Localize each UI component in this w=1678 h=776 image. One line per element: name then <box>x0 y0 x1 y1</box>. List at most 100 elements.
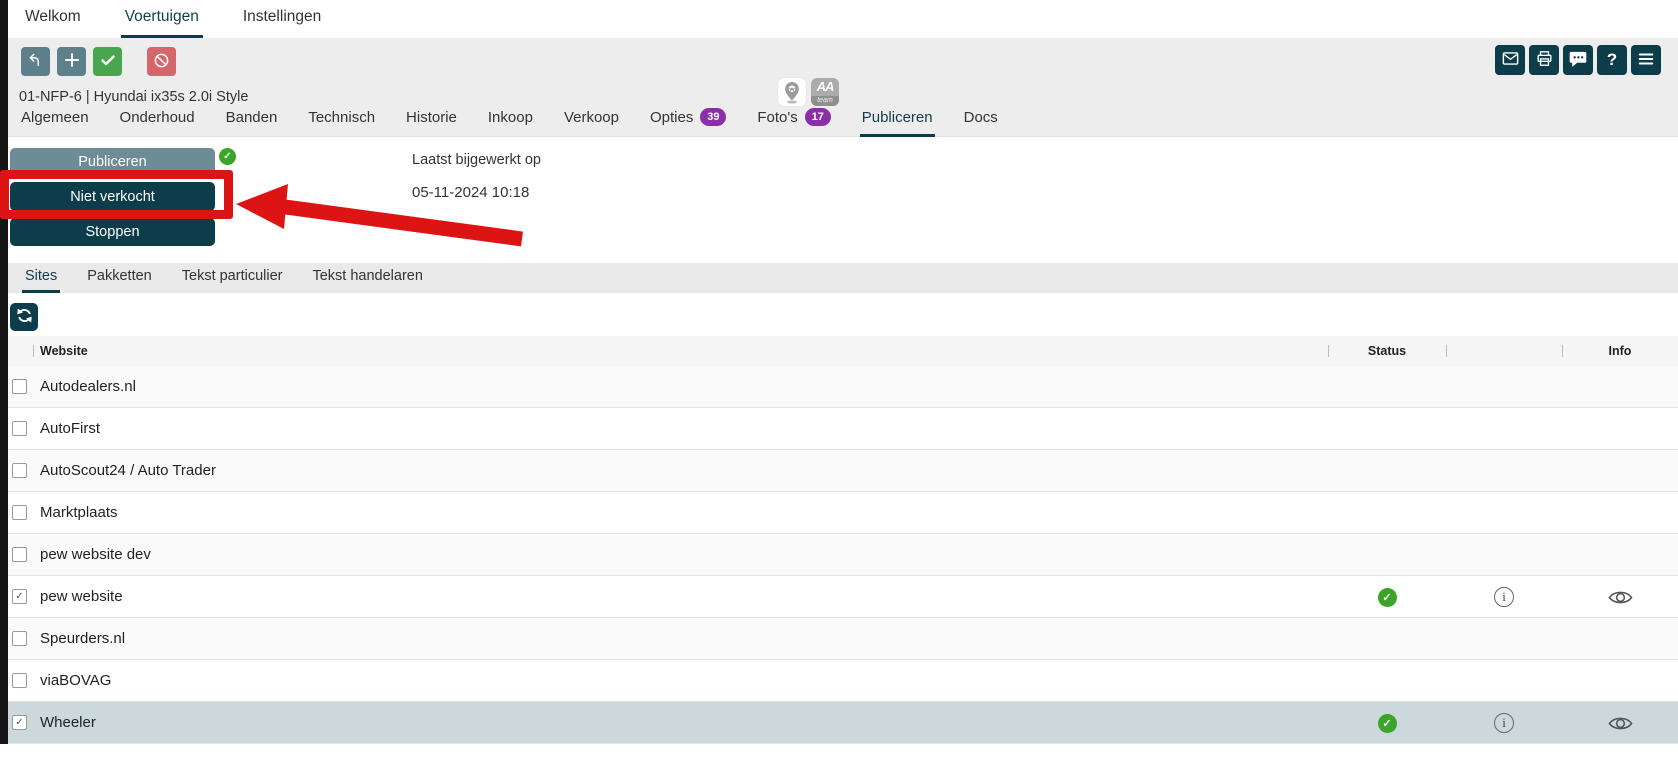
site-checkbox[interactable] <box>12 463 27 478</box>
details-cell <box>1446 492 1562 534</box>
info-cell <box>1562 618 1678 660</box>
status-cell <box>1328 492 1446 534</box>
vehicle-tab-label: Foto's <box>757 109 797 126</box>
left-edge-bar <box>0 0 8 744</box>
site-row[interactable]: Speurders.nl <box>0 618 1678 660</box>
site-checkbox[interactable] <box>12 505 27 520</box>
vehicle-tab-label: Algemeen <box>21 109 89 126</box>
eye-icon[interactable] <box>1608 589 1633 606</box>
status-cell <box>1328 660 1446 702</box>
last-updated-label: Laatst bijgewerkt op <box>412 152 541 168</box>
block-icon <box>153 52 170 72</box>
site-name: Wheeler <box>40 702 96 743</box>
sites-table-body: Autodealers.nlAutoFirstAutoScout24 / Aut… <box>0 366 1678 744</box>
confirm-button[interactable] <box>93 47 122 76</box>
refresh-button[interactable] <box>10 303 38 331</box>
site-checkbox[interactable] <box>12 379 27 394</box>
eye-icon[interactable] <box>1608 715 1633 732</box>
vehicle-tab-label: Opties <box>650 109 693 126</box>
vehicle-tab-label: Docs <box>964 109 998 126</box>
site-row[interactable]: pew website dev <box>0 534 1678 576</box>
details-cell <box>1446 408 1562 450</box>
count-badge: 39 <box>700 108 726 126</box>
question-icon: ? <box>1607 50 1617 70</box>
vehicle-tab-opties[interactable]: Opties 39 <box>648 108 728 137</box>
info-cell <box>1562 702 1678 744</box>
vehicle-tab-publiceren[interactable]: Publiceren <box>860 109 935 137</box>
vehicle-tab-technisch[interactable]: Technisch <box>306 109 377 137</box>
add-button[interactable] <box>57 47 86 76</box>
site-row[interactable]: Marktplaats <box>0 492 1678 534</box>
chat-button[interactable] <box>1563 45 1593 75</box>
refresh-icon <box>15 306 34 328</box>
envelope-icon <box>1501 49 1520 71</box>
help-button[interactable]: ? <box>1597 45 1627 75</box>
back-button[interactable] <box>21 47 50 76</box>
site-checkbox[interactable] <box>12 547 27 562</box>
publish-channel-icons: AA team <box>778 78 839 106</box>
column-header-info[interactable]: Info <box>1562 344 1678 358</box>
menu-icon <box>1637 50 1655 71</box>
status-cell <box>1328 618 1446 660</box>
site-checkbox[interactable] <box>12 673 27 688</box>
info-cell <box>1562 576 1678 618</box>
main-tab-instellingen[interactable]: Instellingen <box>239 8 325 38</box>
site-checkbox[interactable]: ✓ <box>12 715 27 730</box>
details-cell <box>1446 450 1562 492</box>
count-badge: 17 <box>805 108 831 126</box>
site-row[interactable]: AutoScout24 / Auto Trader <box>0 450 1678 492</box>
site-checkbox[interactable] <box>12 421 27 436</box>
details-cell: i <box>1446 702 1562 744</box>
location-pin-icon <box>778 78 806 106</box>
info-icon[interactable]: i <box>1494 713 1514 733</box>
info-icon[interactable]: i <box>1494 587 1514 607</box>
mail-button[interactable] <box>1495 45 1525 75</box>
column-header-status[interactable]: Status <box>1328 344 1446 358</box>
vehicle-tab-onderhoud[interactable]: Onderhoud <box>118 109 197 137</box>
subtab-pakketten[interactable]: Pakketten <box>84 268 155 293</box>
vehicle-tab-verkoop[interactable]: Verkoop <box>562 109 621 137</box>
info-cell <box>1562 366 1678 408</box>
utility-toolbar: ? <box>1495 45 1661 75</box>
details-cell <box>1446 618 1562 660</box>
details-cell <box>1446 660 1562 702</box>
stoppen-button[interactable]: Stoppen <box>10 218 215 246</box>
vehicle-tab-label: Onderhoud <box>120 109 195 126</box>
site-name: pew website dev <box>40 534 151 575</box>
vehicle-tab-foto-s[interactable]: Foto's 17 <box>755 108 832 137</box>
site-name: Marktplaats <box>40 492 118 533</box>
column-divider <box>33 345 34 357</box>
site-row[interactable]: ✓pew website✓i <box>0 576 1678 618</box>
publiceren-button[interactable]: Publiceren <box>10 148 215 175</box>
vehicle-tab-label: Inkoop <box>488 109 533 126</box>
site-row[interactable]: ✓ Wheeler ✓ i <box>0 702 1678 744</box>
vehicle-tab-inkoop[interactable]: Inkoop <box>486 109 535 137</box>
subtab-tekst-handelaren[interactable]: Tekst handelaren <box>309 268 425 293</box>
site-name: Autodealers.nl <box>40 366 136 407</box>
site-checkbox[interactable] <box>12 631 27 646</box>
vehicle-tab-docs[interactable]: Docs <box>962 109 1000 137</box>
block-button[interactable] <box>147 47 176 76</box>
status-cell: ✓ <box>1328 702 1446 744</box>
site-name: AutoFirst <box>40 408 100 449</box>
main-tab-voertuigen[interactable]: Voertuigen <box>121 8 203 38</box>
info-cell <box>1562 450 1678 492</box>
status-cell: ✓ <box>1328 576 1446 618</box>
plus-icon <box>64 52 80 71</box>
print-button[interactable] <box>1529 45 1559 75</box>
check-icon <box>100 52 116 71</box>
niet-verkocht-button[interactable]: Niet verkocht <box>10 182 215 211</box>
main-tab-welkom[interactable]: Welkom <box>21 8 85 38</box>
vehicle-tab-banden[interactable]: Banden <box>224 109 280 137</box>
printer-icon <box>1535 49 1554 71</box>
subtab-sites[interactable]: Sites <box>22 268 60 293</box>
site-row[interactable]: AutoFirst <box>0 408 1678 450</box>
vehicle-tab-algemeen[interactable]: Algemeen <box>19 109 91 137</box>
menu-button[interactable] <box>1631 45 1661 75</box>
site-row[interactable]: viaBOVAG <box>0 660 1678 702</box>
vehicle-tab-historie[interactable]: Historie <box>404 109 459 137</box>
site-row[interactable]: Autodealers.nl <box>0 366 1678 408</box>
subtab-tekst-particulier[interactable]: Tekst particulier <box>179 268 286 293</box>
site-checkbox[interactable]: ✓ <box>12 589 27 604</box>
column-header-website[interactable]: Website <box>40 344 88 358</box>
